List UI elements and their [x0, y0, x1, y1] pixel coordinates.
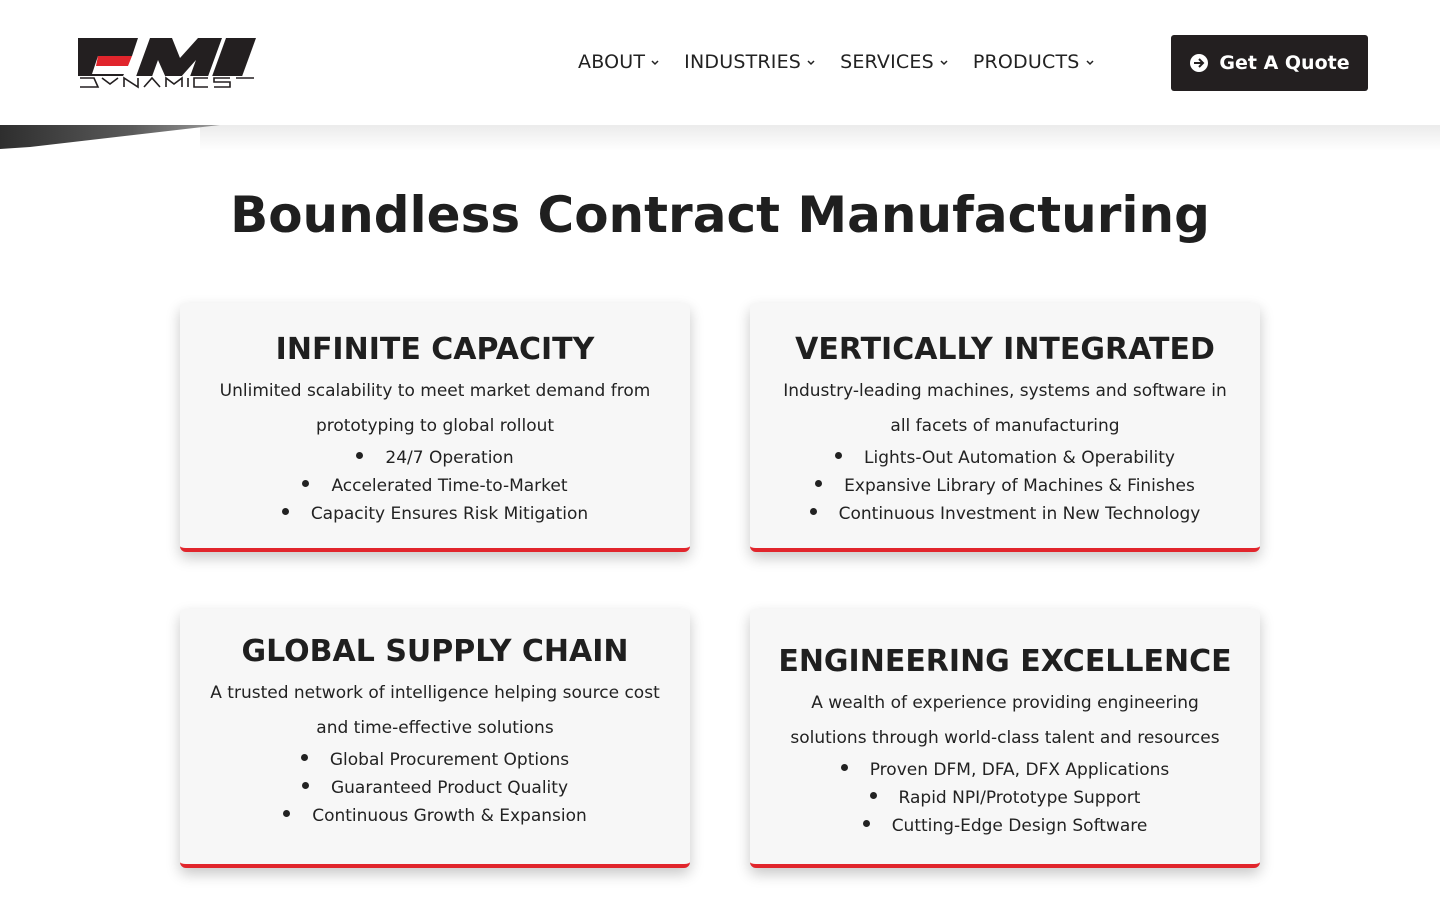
main-nav: ABOUT INDUSTRIES SERVICES PRODUCTS — [578, 46, 1095, 78]
chevron-down-icon — [1085, 60, 1094, 66]
list-item: Continuous Growth & Expansion — [180, 802, 690, 830]
bullet-icon — [300, 753, 308, 761]
bullet-text: Cutting-Edge Design Software — [891, 816, 1148, 836]
bullet-text: 24/7 Operation — [385, 448, 514, 468]
bullet-text: Accelerated Time-to-Market — [331, 476, 568, 496]
get-a-quote-button[interactable]: Get A Quote — [1171, 35, 1368, 91]
site-header: ABOUT INDUSTRIES SERVICES PRODUCTS Get A… — [0, 0, 1440, 125]
bullet-text: Expansive Library of Machines & Finishes — [844, 476, 1195, 496]
bullet-text: Proven DFM, DFA, DFX Applications — [869, 760, 1170, 780]
arrow-right-circle-icon — [1190, 54, 1209, 72]
feature-card-global-supply-chain: GLOBAL SUPPLY CHAIN A trusted network of… — [180, 609, 690, 868]
card-description: A trusted network of intelligence helpin… — [210, 683, 660, 738]
bullet-text: Capacity Ensures Risk Mitigation — [310, 504, 589, 524]
feature-card-infinite-capacity: INFINITE CAPACITY Unlimited scalability … — [180, 303, 690, 552]
bullet-icon — [809, 507, 817, 515]
nav-item-products[interactable]: PRODUCTS — [973, 46, 1095, 78]
list-item: Lights-Out Automation & Operability — [750, 444, 1260, 472]
bullet-icon — [283, 809, 291, 817]
nav-item-services[interactable]: SERVICES — [840, 46, 949, 78]
list-item: Global Procurement Options — [180, 746, 690, 774]
nav-label: SERVICES — [840, 51, 934, 73]
card-bullet-list: Proven DFM, DFA, DFX Applications Rapid … — [750, 756, 1260, 840]
nav-label: INDUSTRIES — [684, 51, 802, 73]
list-item: Guaranteed Product Quality — [180, 774, 690, 802]
bullet-text: Rapid NPI/Prototype Support — [898, 788, 1141, 808]
bullet-icon — [869, 791, 877, 799]
list-item: Continuous Investment in New Technology — [750, 500, 1260, 528]
page-title: Boundless Contract Manufacturing — [230, 186, 1210, 244]
card-bullet-list: Global Procurement Options Guaranteed Pr… — [180, 746, 690, 830]
bullet-text: Guaranteed Product Quality — [330, 778, 569, 798]
list-item: Capacity Ensures Risk Mitigation — [180, 500, 690, 528]
chevron-down-icon — [651, 60, 659, 66]
dmi-dynamics-logo[interactable] — [76, 36, 258, 90]
bullet-text: Continuous Growth & Expansion — [312, 806, 587, 826]
bullet-icon — [862, 819, 870, 827]
feature-card-vertically-integrated: VERTICALLY INTEGRATED Industry-leading m… — [750, 303, 1260, 552]
nav-item-industries[interactable]: INDUSTRIES — [684, 46, 816, 78]
list-item: Accelerated Time-to-Market — [180, 472, 690, 500]
list-item: Cutting-Edge Design Software — [750, 812, 1260, 840]
card-description: Unlimited scalability to meet market dem… — [219, 381, 651, 436]
bullet-text: Global Procurement Options — [329, 750, 570, 770]
list-item: 24/7 Operation — [180, 444, 690, 472]
card-bullet-list: 24/7 Operation Accelerated Time-to-Marke… — [180, 444, 690, 528]
nav-label: PRODUCTS — [972, 51, 1080, 73]
hero-image-edge — [0, 125, 220, 149]
bullet-icon — [356, 451, 364, 459]
bullet-icon — [301, 781, 309, 789]
nav-item-about[interactable]: ABOUT — [578, 46, 660, 78]
bullet-text: Continuous Investment in New Technology — [838, 504, 1201, 524]
list-item: Expansive Library of Machines & Finishes — [750, 472, 1260, 500]
card-heading: ENGINEERING EXCELLENCE — [778, 644, 1232, 679]
bullet-icon — [835, 451, 843, 459]
bullet-icon — [840, 763, 848, 771]
bullet-icon — [815, 479, 823, 487]
card-bullet-list: Lights-Out Automation & Operability Expa… — [750, 444, 1260, 528]
feature-card-engineering-excellence: ENGINEERING EXCELLENCE A wealth of exper… — [750, 609, 1260, 868]
card-heading: INFINITE CAPACITY — [275, 332, 595, 367]
bullet-text: Lights-Out Automation & Operability — [864, 448, 1175, 468]
list-item: Proven DFM, DFA, DFX Applications — [750, 756, 1260, 784]
chevron-down-icon — [807, 60, 815, 66]
bullet-icon — [281, 507, 289, 515]
card-heading: VERTICALLY INTEGRATED — [795, 332, 1215, 367]
card-heading: GLOBAL SUPPLY CHAIN — [241, 634, 629, 669]
bullet-icon — [302, 479, 310, 487]
card-description: Industry-leading machines, systems and s… — [783, 381, 1227, 436]
list-item: Rapid NPI/Prototype Support — [750, 784, 1260, 812]
cta-label: Get A Quote — [1219, 52, 1350, 74]
card-description: A wealth of experience providing enginee… — [790, 693, 1220, 748]
chevron-down-icon — [940, 60, 948, 66]
nav-label: ABOUT — [578, 51, 646, 73]
